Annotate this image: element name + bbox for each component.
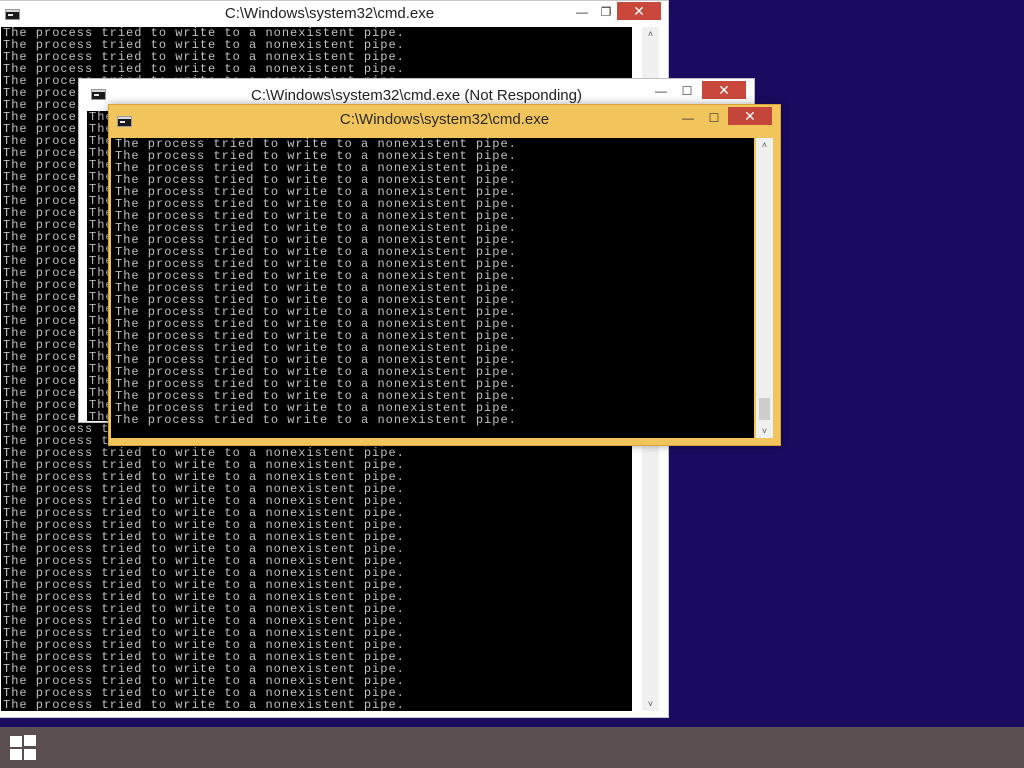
maximize-button[interactable]: ☐ — [702, 109, 726, 127]
title-bar[interactable]: C:\Windows\system32\cmd.exe — ❐ ✕ — [0, 1, 668, 27]
minimize-button[interactable]: — — [676, 109, 700, 127]
minimize-button[interactable]: — — [570, 3, 594, 21]
console-lines: The process tried to write to a nonexist… — [111, 138, 754, 426]
taskbar — [0, 727, 1024, 768]
scroll-down-arrow-icon[interactable]: ˅ — [756, 424, 773, 438]
console-output[interactable]: The process tried to write to a nonexist… — [111, 138, 754, 438]
close-button[interactable]: ✕ — [728, 107, 772, 125]
close-button[interactable]: ✕ — [617, 2, 661, 20]
restore-button[interactable]: ❐ — [594, 3, 618, 21]
console-line: The process tried to write to a nonexist… — [115, 413, 517, 427]
title-bar[interactable]: C:\Windows\system32\cmd.exe (Not Respond… — [79, 79, 754, 105]
scroll-up-arrow-icon[interactable]: ˄ — [756, 138, 773, 152]
title-bar[interactable]: C:\Windows\system32\cmd.exe — ☐ ✕ — [109, 105, 780, 131]
scroll-down-arrow-icon[interactable]: ˅ — [642, 697, 659, 711]
scroll-thumb[interactable] — [759, 398, 770, 420]
windows-logo-icon[interactable] — [10, 735, 38, 761]
vertical-scrollbar[interactable]: ˄ ˅ — [756, 138, 773, 438]
console-line: The process tried to write to a nonexist… — [3, 698, 405, 711]
scroll-up-arrow-icon[interactable]: ˄ — [642, 27, 659, 41]
close-button[interactable]: ✕ — [702, 81, 746, 99]
minimize-button[interactable]: — — [649, 82, 673, 100]
maximize-button[interactable]: ☐ — [675, 82, 699, 100]
window-title: C:\Windows\system32\cmd.exe — [224, 5, 435, 22]
cmd-window-front[interactable]: C:\Windows\system32\cmd.exe — ☐ ✕ The pr… — [108, 104, 781, 446]
